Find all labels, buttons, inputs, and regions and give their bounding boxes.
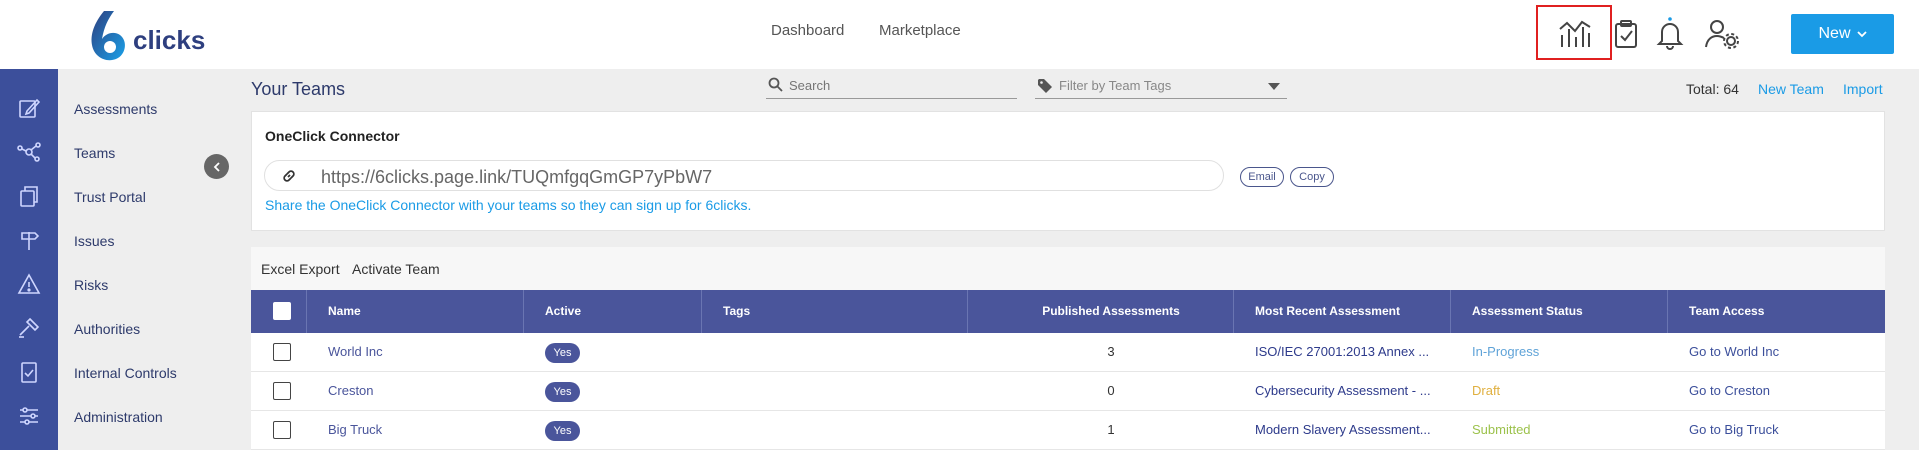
column-header-published[interactable]: Published Assessments xyxy=(989,290,1233,333)
total-count: Total: 64 xyxy=(1686,81,1739,97)
assessment-status: In-Progress xyxy=(1472,344,1540,359)
sidebar-item-teams[interactable]: Teams xyxy=(74,145,115,161)
sidebar-item-authorities[interactable]: Authorities xyxy=(74,321,140,337)
sidebar-item-administration[interactable]: Administration xyxy=(74,409,163,425)
tag-icon xyxy=(1038,79,1052,93)
column-divider xyxy=(1450,290,1451,333)
user-settings-icon[interactable] xyxy=(1702,14,1742,54)
signpost-icon[interactable] xyxy=(17,228,41,252)
column-divider xyxy=(701,290,702,333)
column-header-name[interactable]: Name xyxy=(328,290,361,333)
connector-note[interactable]: Share the OneClick Connector with your t… xyxy=(265,197,751,213)
warning-icon[interactable] xyxy=(17,272,41,296)
search-box[interactable] xyxy=(766,73,1017,99)
documents-icon[interactable] xyxy=(17,184,41,208)
team-name-link[interactable]: World Inc xyxy=(328,344,383,359)
sidebar-item-internal-controls[interactable]: Internal Controls xyxy=(74,365,177,381)
search-input[interactable] xyxy=(789,75,1009,95)
recent-assessment-link[interactable]: Modern Slavery Assessment... xyxy=(1255,422,1431,437)
new-team-link[interactable]: New Team xyxy=(1758,81,1824,97)
new-button-label: New xyxy=(1818,25,1851,42)
network-icon[interactable] xyxy=(17,140,41,164)
nav-marketplace[interactable]: Marketplace xyxy=(879,22,961,39)
team-tags-filter[interactable]: Filter by Team Tags xyxy=(1035,73,1287,99)
column-header-access[interactable]: Team Access xyxy=(1689,290,1764,333)
clipboard-icon[interactable] xyxy=(17,360,41,384)
assessment-status: Submitted xyxy=(1472,422,1531,437)
column-divider xyxy=(306,290,307,333)
select-all-checkbox[interactable] xyxy=(273,302,291,320)
notification-bell-icon[interactable] xyxy=(1650,14,1690,54)
gavel-icon[interactable] xyxy=(17,316,41,340)
chevron-down-icon xyxy=(1856,25,1867,43)
sidebar-item-issues[interactable]: Issues xyxy=(74,233,114,249)
new-button[interactable]: New xyxy=(1791,14,1894,54)
row-checkbox[interactable] xyxy=(273,421,291,439)
team-access-link[interactable]: Go to Big Truck xyxy=(1689,422,1779,437)
copy-button[interactable]: Copy xyxy=(1290,167,1334,187)
oneclick-connector-card: OneClick Connector https://6clicks.page.… xyxy=(251,111,1885,231)
filter-placeholder: Filter by Team Tags xyxy=(1059,78,1172,93)
logo-text: clicks xyxy=(133,24,206,55)
icon-rail xyxy=(0,69,58,450)
row-checkbox[interactable] xyxy=(273,382,291,400)
team-name-link[interactable]: Big Truck xyxy=(328,422,382,437)
edit-icon[interactable] xyxy=(17,96,41,120)
sidebar-item-trust-portal[interactable]: Trust Portal xyxy=(74,189,146,205)
column-header-recent[interactable]: Most Recent Assessment xyxy=(1255,290,1400,333)
published-count: 3 xyxy=(1107,344,1115,359)
page-title: Your Teams xyxy=(251,79,346,99)
connector-url-field[interactable]: https://6clicks.page.link/TUQmfgqGmGP7yP… xyxy=(264,160,1224,191)
connector-title: OneClick Connector xyxy=(265,128,400,144)
collapse-sidebar-button[interactable] xyxy=(204,154,229,179)
link-icon xyxy=(283,170,295,182)
column-divider xyxy=(523,290,524,333)
header-select-all[interactable] xyxy=(251,290,306,333)
recent-assessment-link[interactable]: ISO/IEC 27001:2013 Annex ... xyxy=(1255,344,1429,359)
connector-url: https://6clicks.page.link/TUQmfgqGmGP7yP… xyxy=(321,167,713,187)
chevron-left-icon xyxy=(213,161,220,172)
table-header: Name Active Tags Published Assessments M… xyxy=(251,290,1885,333)
published-count: 1 xyxy=(1107,422,1115,437)
sidebar-item-risks[interactable]: Risks xyxy=(74,277,108,293)
excel-export-button[interactable]: Excel Export xyxy=(261,261,340,277)
table-row[interactable]: Big Truck Yes 1 Modern Slavery Assessmen… xyxy=(251,411,1885,450)
column-header-active[interactable]: Active xyxy=(545,290,581,333)
email-button[interactable]: Email xyxy=(1240,167,1284,187)
published-count: 0 xyxy=(1107,383,1115,398)
app-logo[interactable]: clicks xyxy=(86,8,205,62)
top-bar: clicks Dashboard Marketplace New xyxy=(0,0,1919,69)
sidebar: Assessments Teams Trust Portal Issues Ri… xyxy=(58,69,215,450)
active-badge: Yes xyxy=(545,382,580,402)
column-header-status[interactable]: Assessment Status xyxy=(1472,290,1583,333)
task-checklist-icon[interactable] xyxy=(1606,14,1646,54)
table-row[interactable]: World Inc Yes 3 ISO/IEC 27001:2013 Annex… xyxy=(251,333,1885,372)
analytics-chart-icon[interactable] xyxy=(1555,14,1595,54)
sidebar-item-assessments[interactable]: Assessments xyxy=(74,101,157,117)
row-checkbox[interactable] xyxy=(273,343,291,361)
sliders-icon[interactable] xyxy=(17,404,41,428)
team-name-link[interactable]: Creston xyxy=(328,383,374,398)
column-divider xyxy=(1233,290,1234,333)
activate-team-button[interactable]: Activate Team xyxy=(352,261,440,277)
table-row[interactable]: Creston Yes 0 Cybersecurity Assessment -… xyxy=(251,372,1885,411)
column-divider xyxy=(1667,290,1668,333)
dropdown-arrow-icon xyxy=(1268,83,1280,90)
team-access-link[interactable]: Go to Creston xyxy=(1689,383,1770,398)
column-header-tags[interactable]: Tags xyxy=(723,290,750,333)
table-actions-bar: Excel Export Activate Team xyxy=(251,247,1885,290)
recent-assessment-link[interactable]: Cybersecurity Assessment - ... xyxy=(1255,383,1431,398)
active-badge: Yes xyxy=(545,343,580,363)
search-icon xyxy=(768,77,783,92)
logo-six-icon xyxy=(86,9,130,61)
assessment-status: Draft xyxy=(1472,383,1501,398)
teams-table: Excel Export Activate Team Name Active T… xyxy=(251,247,1885,450)
team-access-link[interactable]: Go to World Inc xyxy=(1689,344,1779,359)
column-divider xyxy=(967,290,968,333)
active-badge: Yes xyxy=(545,421,580,441)
import-link[interactable]: Import xyxy=(1843,81,1883,97)
nav-dashboard[interactable]: Dashboard xyxy=(771,22,844,39)
